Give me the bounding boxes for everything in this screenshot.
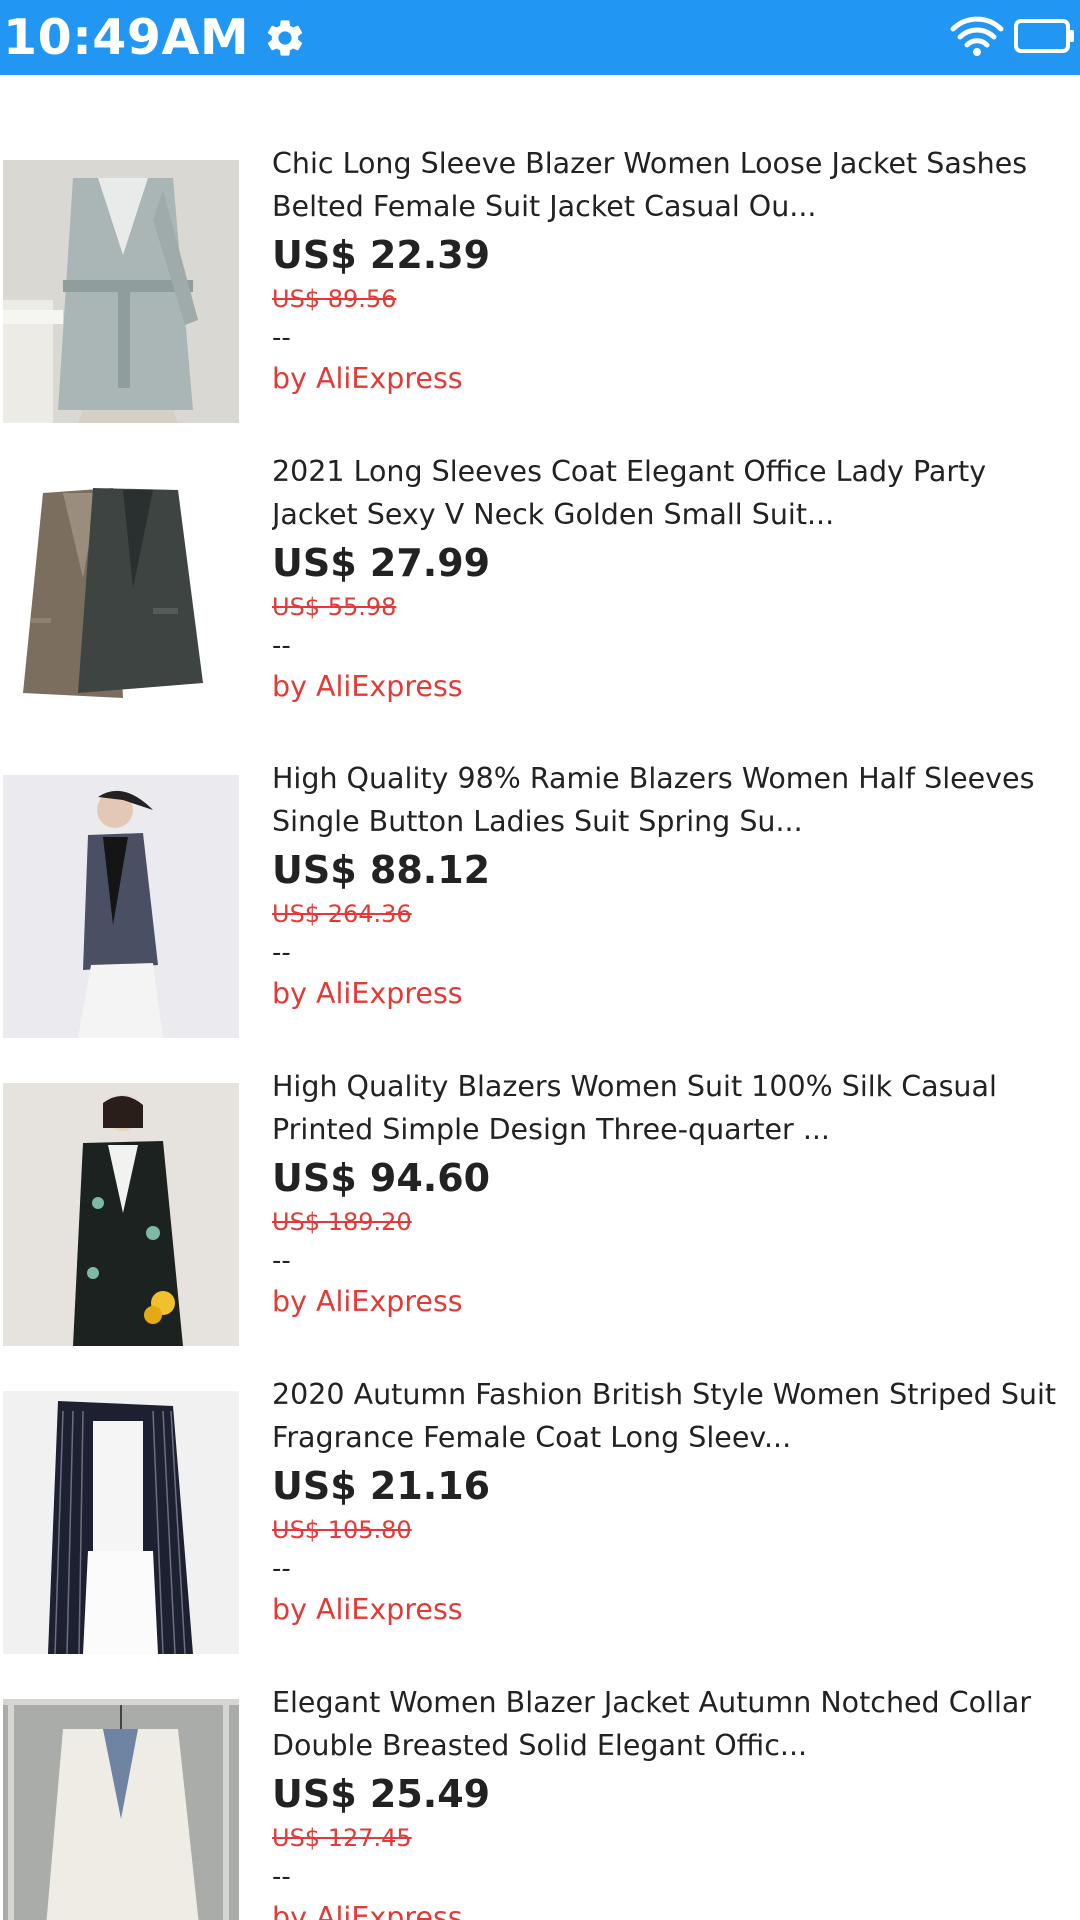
product-original-price: US$ 189.20 <box>272 1208 412 1236</box>
product-image[interactable] <box>3 468 239 731</box>
product-price: US$ 27.99 <box>272 541 491 585</box>
product-info: High Quality 98% Ramie Blazers Women Hal… <box>272 762 1072 1012</box>
product-info: 2021 Long Sleeves Coat Elegant Office La… <box>272 455 1072 705</box>
product-seller[interactable]: by AliExpress <box>272 669 1072 705</box>
product-title[interactable]: High Quality Blazers Women Suit 100% Sil… <box>272 1065 1072 1151</box>
product-extra: -- <box>272 631 291 661</box>
product-image[interactable] <box>3 1083 239 1346</box>
product-seller[interactable]: by AliExpress <box>272 1592 1072 1628</box>
product-item[interactable]: 2020 Autumn Fashion British Style Women … <box>0 1378 1080 1691</box>
product-item[interactable]: Chic Long Sleeve Blazer Women Loose Jack… <box>0 147 1080 460</box>
battery-icon <box>1014 19 1074 53</box>
product-image[interactable] <box>3 160 239 423</box>
product-info: Chic Long Sleeve Blazer Women Loose Jack… <box>272 147 1072 397</box>
product-extra: -- <box>272 1554 291 1584</box>
status-icons <box>950 15 1076 57</box>
product-seller[interactable]: by AliExpress <box>272 976 1072 1012</box>
product-extra: -- <box>272 1862 291 1892</box>
product-price: US$ 21.16 <box>272 1464 491 1508</box>
product-item[interactable]: Elegant Women Blazer Jacket Autumn Notch… <box>0 1686 1080 1920</box>
product-price: US$ 22.39 <box>272 233 491 277</box>
gear-icon <box>268 19 303 56</box>
product-image[interactable] <box>3 775 239 1038</box>
product-price: US$ 88.12 <box>272 848 491 892</box>
product-price: US$ 94.60 <box>272 1156 491 1200</box>
product-seller[interactable]: by AliExpress <box>272 1284 1072 1320</box>
product-extra: -- <box>272 1246 291 1276</box>
product-image[interactable] <box>3 1699 239 1920</box>
product-extra: -- <box>272 938 291 968</box>
product-seller[interactable]: by AliExpress <box>272 361 1072 397</box>
product-seller[interactable]: by AliExpress <box>272 1900 1072 1920</box>
product-title[interactable]: High Quality 98% Ramie Blazers Women Hal… <box>272 757 1072 843</box>
product-title[interactable]: 2020 Autumn Fashion British Style Women … <box>272 1373 1072 1459</box>
product-title[interactable]: Elegant Women Blazer Jacket Autumn Notch… <box>272 1681 1072 1767</box>
product-list[interactable]: Chic Long Sleeve Blazer Women Loose Jack… <box>0 75 1080 1920</box>
product-item[interactable]: 2021 Long Sleeves Coat Elegant Office La… <box>0 455 1080 768</box>
product-original-price: US$ 105.80 <box>272 1516 412 1544</box>
product-item[interactable]: High Quality Blazers Women Suit 100% Sil… <box>0 1070 1080 1383</box>
product-title[interactable]: 2021 Long Sleeves Coat Elegant Office La… <box>272 450 1072 536</box>
wifi-icon <box>950 16 1004 56</box>
status-time: 10:49AM <box>3 9 250 66</box>
product-title[interactable]: Chic Long Sleeve Blazer Women Loose Jack… <box>272 142 1072 228</box>
product-info: 2020 Autumn Fashion British Style Women … <box>272 1378 1072 1628</box>
product-item[interactable]: High Quality 98% Ramie Blazers Women Hal… <box>0 762 1080 1075</box>
product-original-price: US$ 55.98 <box>272 593 397 621</box>
product-price: US$ 25.49 <box>272 1772 491 1816</box>
product-original-price: US$ 127.45 <box>272 1824 412 1852</box>
product-extra: -- <box>272 323 291 353</box>
product-original-price: US$ 264.36 <box>272 900 412 928</box>
product-original-price: US$ 89.56 <box>272 285 397 313</box>
product-info: High Quality Blazers Women Suit 100% Sil… <box>272 1070 1072 1320</box>
status-bar: 10:49AM <box>0 0 1080 75</box>
product-image[interactable] <box>3 1391 239 1654</box>
product-info: Elegant Women Blazer Jacket Autumn Notch… <box>272 1686 1072 1920</box>
